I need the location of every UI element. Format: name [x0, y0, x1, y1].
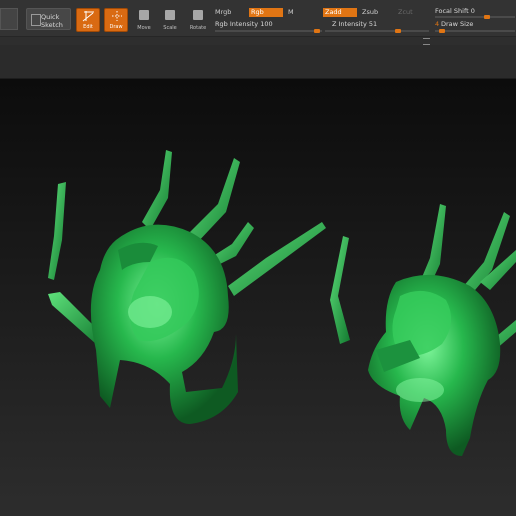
rgb-intensity-slider[interactable]	[215, 29, 322, 33]
scale-button[interactable]: Scale	[158, 8, 182, 32]
left-edge-button[interactable]	[0, 8, 18, 30]
quick-sketch-button[interactable]: Quick Sketch	[26, 8, 71, 30]
focal-shift-label[interactable]: Focal Shift 0	[435, 7, 475, 15]
scale-icon	[165, 10, 175, 20]
edit-button[interactable]: Edit	[76, 8, 100, 32]
z-intensity-slider[interactable]	[325, 29, 429, 33]
z-intensity-knob[interactable]	[395, 29, 401, 33]
quick-sketch-icon	[31, 14, 41, 26]
zsub-toggle[interactable]: Zsub	[360, 8, 388, 17]
dragon-helmet-models	[48, 150, 516, 456]
draw-size-label[interactable]: Draw Size	[441, 20, 473, 28]
draw-label: Draw	[109, 24, 123, 30]
rotate-button[interactable]: Rotate	[186, 8, 210, 32]
draw-size-slider[interactable]	[435, 29, 515, 33]
tray-grip-icon[interactable]	[423, 38, 430, 45]
left-helmet	[48, 150, 326, 424]
rgb-intensity-label[interactable]: Rgb Intensity 100	[215, 20, 273, 28]
rotate-icon	[193, 10, 203, 20]
rotate-label: Rotate	[189, 25, 207, 31]
m-toggle[interactable]: M	[286, 8, 300, 17]
top-toolbar: Quick Sketch Edit Draw Move Scale Rotate…	[0, 0, 516, 37]
scale-label: Scale	[163, 25, 177, 31]
edit-label: Edit	[83, 24, 93, 30]
focal-shift-knob[interactable]	[484, 15, 490, 19]
canvas-viewport[interactable]	[0, 79, 516, 516]
draw-icon	[112, 11, 122, 21]
zadd-toggle[interactable]: Zadd	[323, 8, 357, 17]
mrgb-toggle[interactable]: Mrgb	[213, 8, 245, 17]
rgb-toggle[interactable]: Rgb	[249, 8, 283, 17]
rgb-intensity-knob[interactable]	[314, 29, 320, 33]
move-label: Move	[137, 25, 151, 31]
tray-area	[0, 45, 516, 79]
move-icon	[139, 10, 149, 20]
tray-divider	[0, 37, 516, 45]
zcut-toggle[interactable]: Zcut	[396, 8, 416, 17]
focal-shift-slider[interactable]	[435, 15, 515, 19]
quick-sketch-label: Quick Sketch	[41, 13, 63, 29]
draw-size-knob[interactable]	[439, 29, 445, 33]
draw-size-value: 4	[435, 20, 440, 28]
right-helmet	[330, 204, 516, 456]
move-button[interactable]: Move	[132, 8, 156, 32]
draw-button[interactable]: Draw	[104, 8, 128, 32]
edit-icon	[82, 11, 94, 22]
z-intensity-label[interactable]: Z Intensity 51	[332, 20, 377, 28]
